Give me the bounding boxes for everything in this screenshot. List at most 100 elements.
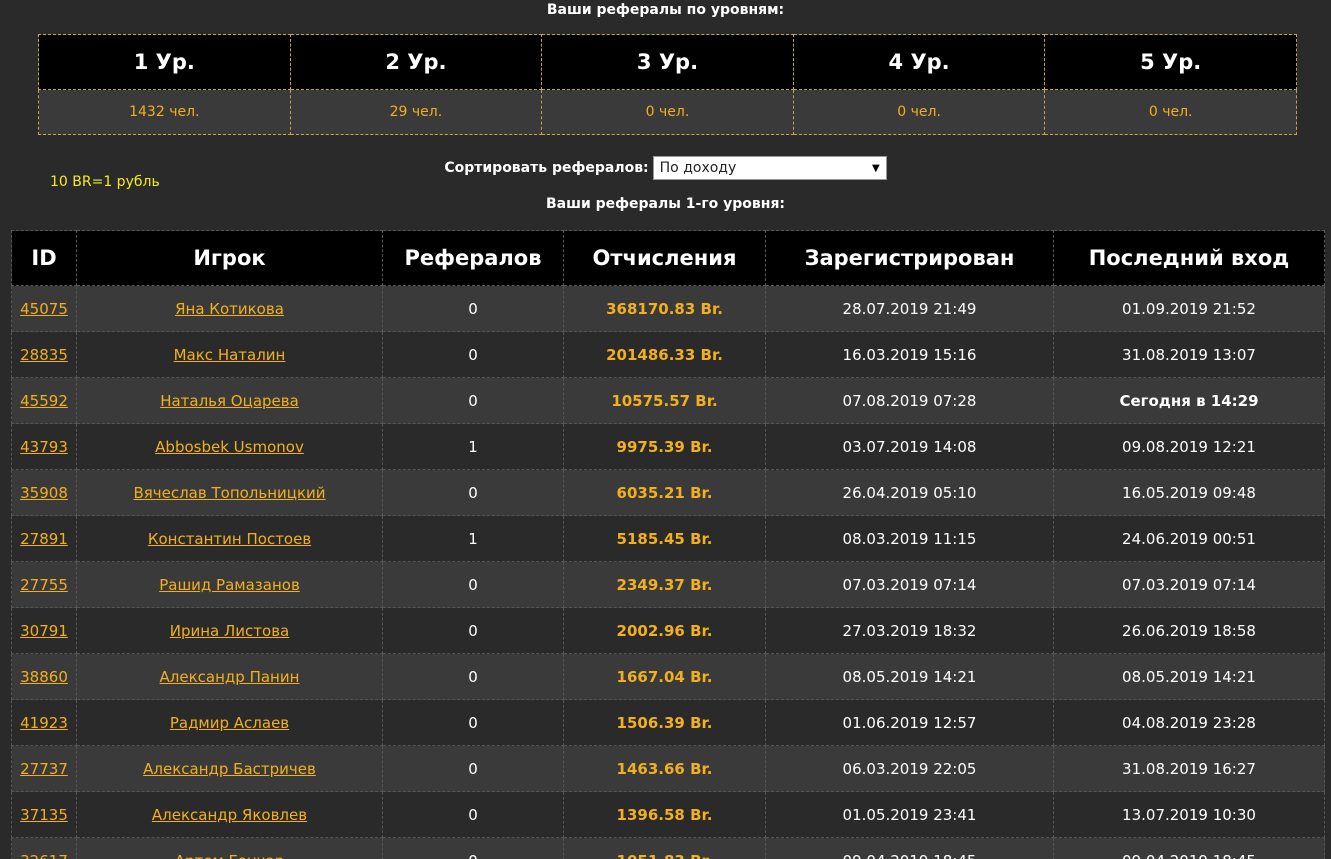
cell-earnings: 6035.21 Br. xyxy=(563,469,766,516)
cell-registered: 16.03.2019 15:16 xyxy=(765,331,1054,378)
player-id-link[interactable]: 32617 xyxy=(20,852,68,859)
referrals-page: Ваши рефералы по уровням: 1 Ур. 2 Ур. 3 … xyxy=(0,0,1331,859)
player-name-link[interactable]: Макс Наталин xyxy=(174,346,286,364)
player-name-link[interactable]: Яна Котикова xyxy=(175,300,284,318)
player-id-link[interactable]: 45075 xyxy=(20,300,68,318)
cell-player: Константин Постоев xyxy=(76,515,383,562)
exchange-rate: 10 BR=1 рубль xyxy=(50,174,160,190)
table-row: 27755 Рашид Рамазанов 0 2349.37 Br. 07.03.20… xyxy=(11,561,1325,608)
player-id-link[interactable]: 37135 xyxy=(20,806,68,824)
cell-id: 37135 xyxy=(11,791,77,838)
sort-select[interactable]: По доходу ▼ xyxy=(652,156,887,180)
table-row: 27737 Александр Бастричев 0 1463.66 Br. 06.0… xyxy=(11,745,1325,792)
player-id-link[interactable]: 28835 xyxy=(20,346,68,364)
cell-id: 45592 xyxy=(11,377,77,424)
cell-last-login: 26.06.2019 18:58 xyxy=(1053,607,1325,654)
column-header-earnings: Отчисления xyxy=(563,230,766,286)
table-row: 45075 Яна Котикова 0 368170.83 Br. 28.07.201… xyxy=(11,285,1325,332)
cell-earnings: 5185.45 Br. xyxy=(563,515,766,562)
level-count-1: 1432 чел. xyxy=(38,89,291,135)
cell-referrals: 0 xyxy=(382,653,564,700)
cell-last-login: Сегодня в 14:29 xyxy=(1053,377,1325,424)
cell-earnings: 1051.83 Br. xyxy=(563,837,766,859)
cell-id: 43793 xyxy=(11,423,77,470)
cell-id: 28835 xyxy=(11,331,77,378)
levels-table: 1 Ур. 2 Ур. 3 Ур. 4 Ур. 5 Ур. 1432 чел. … xyxy=(38,34,1297,135)
player-id-link[interactable]: 35908 xyxy=(20,484,68,502)
referrals-table: ID Игрок Рефералов Отчисления Зарегистри… xyxy=(11,230,1325,859)
table-row: 43793 Abbosbek Usmonov 1 9975.39 Br. 03.07.2… xyxy=(11,423,1325,470)
cell-player: Радмир Аслаев xyxy=(76,699,383,746)
player-id-link[interactable]: 43793 xyxy=(20,438,68,456)
referrals-table-body: 45075 Яна Котикова 0 368170.83 Br. 28.07.201… xyxy=(11,285,1325,859)
cell-registered: 07.08.2019 07:28 xyxy=(765,377,1054,424)
levels-title: Ваши рефералы по уровням: xyxy=(546,2,785,18)
table-row: 35908 Вячеслав Топольницкий 0 6035.21 Br. 26… xyxy=(11,469,1325,516)
player-name-link[interactable]: Ирина Листова xyxy=(170,622,289,640)
cell-last-login: 01.09.2019 21:52 xyxy=(1053,285,1325,332)
player-id-link[interactable]: 27755 xyxy=(20,576,68,594)
player-name-link[interactable]: Наталья Оцарева xyxy=(160,392,299,410)
level-header-2: 2 Ур. xyxy=(289,34,543,90)
player-name-link[interactable]: Рашид Рамазанов xyxy=(159,576,300,594)
cell-id: 45075 xyxy=(11,285,77,332)
level-header-1: 1 Ур. xyxy=(38,34,291,90)
player-id-link[interactable]: 38860 xyxy=(20,668,68,686)
player-id-link[interactable]: 27737 xyxy=(20,760,68,778)
levels-count-row: 1432 чел. 29 чел. 0 чел. 0 чел. 0 чел. xyxy=(38,89,1297,135)
cell-earnings: 1463.66 Br. xyxy=(563,745,766,792)
cell-registered: 01.05.2019 23:41 xyxy=(765,791,1054,838)
cell-earnings: 2349.37 Br. xyxy=(563,561,766,608)
level-header-5: 5 Ур. xyxy=(1044,34,1297,90)
cell-registered: 27.03.2019 18:32 xyxy=(765,607,1054,654)
player-id-link[interactable]: 41923 xyxy=(20,714,68,732)
cell-registered: 28.07.2019 21:49 xyxy=(765,285,1054,332)
cell-registered: 08.03.2019 11:15 xyxy=(765,515,1054,562)
cell-last-login: 31.08.2019 13:07 xyxy=(1053,331,1325,378)
player-name-link[interactable]: Александр Панин xyxy=(160,668,300,686)
cell-player: Александр Яковлев xyxy=(76,791,383,838)
cell-registered: 01.06.2019 12:57 xyxy=(765,699,1054,746)
cell-registered: 06.03.2019 22:05 xyxy=(765,745,1054,792)
column-header-registered: Зарегистрирован xyxy=(765,230,1054,286)
cell-player: Александр Бастричев xyxy=(76,745,383,792)
levels-header-row: 1 Ур. 2 Ур. 3 Ур. 4 Ур. 5 Ур. xyxy=(38,34,1297,90)
player-id-link[interactable]: 30791 xyxy=(20,622,68,640)
table-row: 41923 Радмир Аслаев 0 1506.39 Br. 01.06.2019… xyxy=(11,699,1325,746)
column-header-last-login: Последний вход xyxy=(1053,230,1325,286)
table-row: 37135 Александр Яковлев 0 1396.58 Br. 01.05.… xyxy=(11,791,1325,838)
player-id-link[interactable]: 27891 xyxy=(20,530,68,548)
cell-player: Макс Наталин xyxy=(76,331,383,378)
table-row: 38860 Александр Панин 0 1667.04 Br. 08.05.20… xyxy=(11,653,1325,700)
player-name-link[interactable]: Вячеслав Топольницкий xyxy=(133,484,325,502)
cell-last-login: 31.08.2019 16:27 xyxy=(1053,745,1325,792)
player-name-link[interactable]: Александр Яковлев xyxy=(152,806,307,824)
cell-player: Вячеслав Топольницкий xyxy=(76,469,383,516)
cell-player: Яна Котикова xyxy=(76,285,383,332)
cell-earnings: 1667.04 Br. xyxy=(563,653,766,700)
cell-player: Александр Панин xyxy=(76,653,383,700)
dropdown-arrow-icon: ▼ xyxy=(871,162,880,174)
cell-last-login: 07.03.2019 07:14 xyxy=(1053,561,1325,608)
cell-registered: 09.04.2019 18:45 xyxy=(765,837,1054,859)
player-id-link[interactable]: 45592 xyxy=(20,392,68,410)
level-count-4: 0 чел. xyxy=(792,89,1046,135)
player-name-link[interactable]: Артем Гончар xyxy=(175,852,285,859)
column-header-referrals: Рефералов xyxy=(382,230,564,286)
player-name-link[interactable]: Радмир Аслаев xyxy=(170,714,289,732)
cell-last-login: 04.08.2019 23:28 xyxy=(1053,699,1325,746)
cell-referrals: 0 xyxy=(382,745,564,792)
cell-last-login: 16.05.2019 09:48 xyxy=(1053,469,1325,516)
player-name-link[interactable]: Константин Постоев xyxy=(148,530,311,548)
cell-player: Артем Гончар xyxy=(76,837,383,859)
cell-last-login: 08.05.2019 14:21 xyxy=(1053,653,1325,700)
cell-player: Abbosbek Usmonov xyxy=(76,423,383,470)
player-name-link[interactable]: Александр Бастричев xyxy=(143,760,316,778)
cell-last-login: 09.04.2019 18:45 xyxy=(1053,837,1325,859)
cell-referrals: 1 xyxy=(382,423,564,470)
player-name-link[interactable]: Abbosbek Usmonov xyxy=(155,438,304,456)
cell-referrals: 0 xyxy=(382,699,564,746)
table-row: 28835 Макс Наталин 0 201486.33 Br. 16.03.201… xyxy=(11,331,1325,378)
cell-earnings: 1506.39 Br. xyxy=(563,699,766,746)
cell-earnings: 9975.39 Br. xyxy=(563,423,766,470)
